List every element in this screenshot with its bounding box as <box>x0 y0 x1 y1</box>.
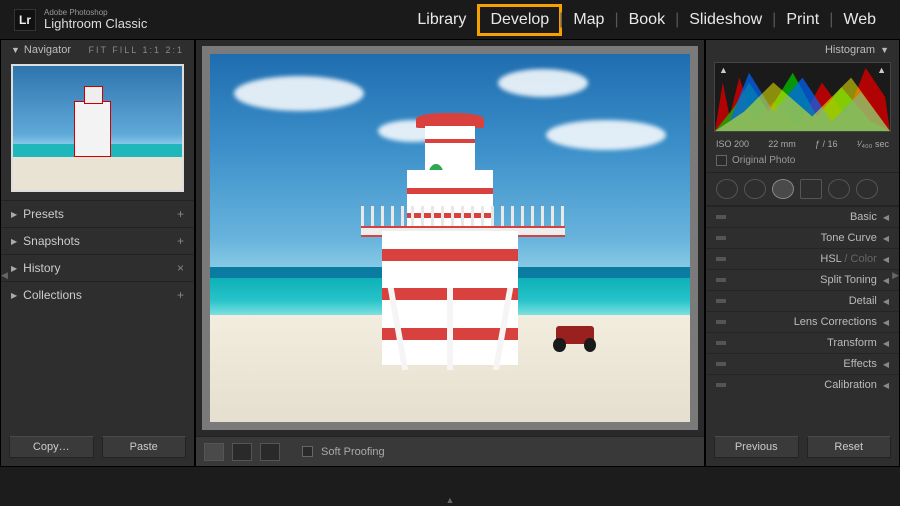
module-library[interactable]: Library <box>407 7 476 33</box>
navigator-thumbnail[interactable] <box>11 64 184 192</box>
app-title: Adobe Photoshop Lightroom Classic <box>44 9 147 30</box>
module-develop[interactable]: Develop <box>480 7 559 33</box>
photo-preview <box>210 54 690 422</box>
copy-button[interactable]: Copy… <box>9 436 94 458</box>
right-panel: Histogram▼ ▲ ▲ ISO 20022 mmƒ / 16¹⁄₄₀₀ s… <box>705 40 900 466</box>
left-panel: ▼ Navigator FIT FILL 1:1 2:1 ▶Presets+ ▶… <box>0 40 195 466</box>
adjustment-brush-icon[interactable] <box>856 179 878 199</box>
soft-proofing-label: Soft Proofing <box>321 446 385 458</box>
histogram-header[interactable]: Histogram▼ <box>706 40 899 60</box>
top-bar: Lr Adobe Photoshop Lightroom Classic Lib… <box>0 0 900 40</box>
before-after-lr-icon[interactable] <box>232 443 252 461</box>
loupe-view-icon[interactable] <box>204 443 224 461</box>
local-tools <box>706 173 899 206</box>
module-book[interactable]: Book <box>619 7 675 33</box>
panel-collections[interactable]: ▶Collections+ <box>1 281 194 308</box>
chevron-right-icon: ▶ <box>11 291 17 300</box>
filmstrip-expand-icon[interactable]: ▲ <box>446 495 455 505</box>
panel-detail[interactable]: Detail◀ <box>706 290 899 311</box>
chevron-left-icon: ◀ <box>883 297 889 306</box>
checkbox-icon[interactable] <box>716 155 727 166</box>
panel-history[interactable]: ▶History× <box>1 254 194 281</box>
original-photo-toggle[interactable]: Original Photo <box>706 153 899 173</box>
module-slideshow[interactable]: Slideshow <box>679 7 772 33</box>
atv-vehicle <box>551 326 599 352</box>
panel-transform[interactable]: Transform◀ <box>706 332 899 353</box>
panel-snapshots[interactable]: ▶Snapshots+ <box>1 227 194 254</box>
left-footer: Copy… Paste <box>1 428 194 466</box>
reset-button[interactable]: Reset <box>807 436 892 458</box>
add-icon[interactable]: + <box>177 288 184 302</box>
panel-basic[interactable]: Basic◀ <box>706 206 899 227</box>
chevron-left-icon: ◀ <box>883 234 889 243</box>
navigator-zoom-modes[interactable]: FIT FILL 1:1 2:1 <box>88 45 184 55</box>
workspace: ▼ Navigator FIT FILL 1:1 2:1 ▶Presets+ ▶… <box>0 40 900 466</box>
histogram-graph <box>715 63 890 131</box>
panel-split-toning[interactable]: Split Toning◀ <box>706 269 899 290</box>
exif-summary: ISO 20022 mmƒ / 16¹⁄₄₀₀ sec <box>706 136 899 153</box>
chevron-right-icon: ▶ <box>11 264 17 273</box>
lifeguard-tower <box>373 113 527 371</box>
redeye-tool-icon[interactable] <box>772 179 794 199</box>
panel-effects[interactable]: Effects◀ <box>706 353 899 374</box>
chevron-left-icon: ◀ <box>883 255 889 264</box>
panel-lens-corrections[interactable]: Lens Corrections◀ <box>706 311 899 332</box>
left-panel-collapse-icon[interactable]: ◀ <box>1 270 8 281</box>
crop-tool-icon[interactable] <box>716 179 738 199</box>
graduated-filter-icon[interactable] <box>800 179 822 199</box>
right-footer: Previous Reset <box>706 428 899 466</box>
chevron-right-icon: ▶ <box>11 237 17 246</box>
add-icon[interactable]: + <box>177 207 184 221</box>
histogram[interactable]: ▲ ▲ <box>714 62 891 132</box>
chevron-left-icon: ◀ <box>883 339 889 348</box>
chevron-right-icon: ▶ <box>11 210 17 219</box>
module-print[interactable]: Print <box>776 7 829 33</box>
chevron-left-icon: ◀ <box>883 213 889 222</box>
panel-tone-curve[interactable]: Tone Curve◀ <box>706 227 899 248</box>
module-web[interactable]: Web <box>833 7 886 33</box>
previous-button[interactable]: Previous <box>714 436 799 458</box>
spot-removal-icon[interactable] <box>744 179 766 199</box>
chevron-left-icon: ◀ <box>883 318 889 327</box>
center-area: Soft Proofing <box>195 40 705 466</box>
soft-proofing-checkbox[interactable] <box>302 446 313 457</box>
panel-calibration[interactable]: Calibration◀ <box>706 374 899 395</box>
panel-presets[interactable]: ▶Presets+ <box>1 200 194 227</box>
disclosure-triangle-icon: ▼ <box>11 45 20 55</box>
right-panel-collapse-icon[interactable]: ▶ <box>892 270 899 281</box>
center-toolbar: Soft Proofing <box>196 436 704 466</box>
before-after-tb-icon[interactable] <box>260 443 280 461</box>
app-logo-icon: Lr <box>14 9 36 31</box>
chevron-left-icon: ◀ <box>883 276 889 285</box>
chevron-left-icon: ◀ <box>883 381 889 390</box>
disclosure-triangle-icon: ▼ <box>880 45 889 55</box>
navigator-header[interactable]: ▼ Navigator FIT FILL 1:1 2:1 <box>1 40 194 60</box>
module-map[interactable]: Map <box>563 7 614 33</box>
panel-hsl-color[interactable]: HSL / Color◀ <box>706 248 899 269</box>
clear-icon[interactable]: × <box>177 261 184 275</box>
add-icon[interactable]: + <box>177 234 184 248</box>
chevron-left-icon: ◀ <box>883 360 889 369</box>
paste-button[interactable]: Paste <box>102 436 187 458</box>
navigator-label: Navigator <box>24 44 71 56</box>
radial-filter-icon[interactable] <box>828 179 850 199</box>
image-canvas[interactable] <box>202 46 698 430</box>
module-picker: Library | Develop | Map | Book | Slidesh… <box>407 7 886 33</box>
